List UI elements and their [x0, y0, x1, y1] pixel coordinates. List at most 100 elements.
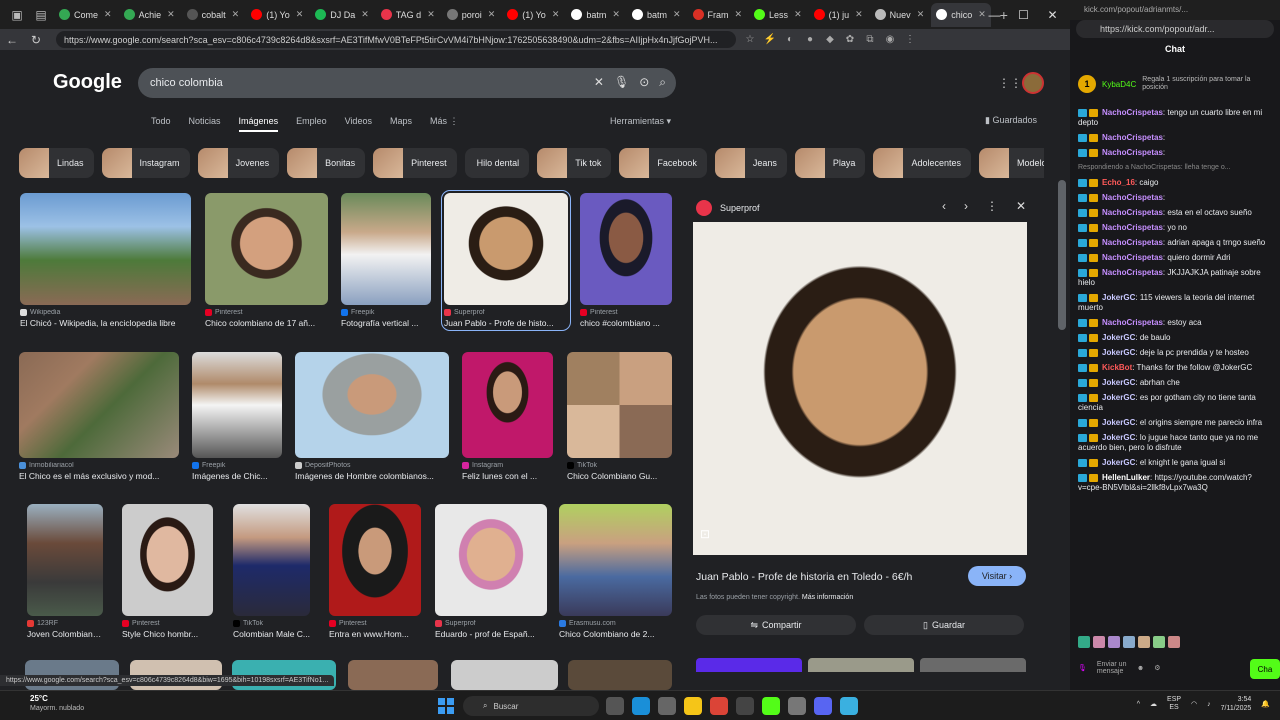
close-tab-icon[interactable]: ✕ [296, 9, 304, 20]
image-result[interactable]: Pinterest Entra en www.Hom... [329, 504, 421, 639]
browser-tab[interactable]: poroi ✕ [442, 3, 501, 27]
close-tab-icon[interactable]: ✕ [794, 9, 802, 20]
emote-icon[interactable] [1153, 636, 1165, 648]
tray-chevron-icon[interactable]: ^ [1137, 701, 1140, 708]
chat-username[interactable]: KickBot [1102, 363, 1132, 372]
next-icon[interactable]: › [964, 199, 968, 213]
image-result[interactable]: TikTok Colombian Male C... [233, 504, 310, 639]
pinned-gift[interactable]: 1 KybaD4C Regala 1 suscripción para toma… [1078, 68, 1274, 100]
image-result[interactable] [568, 660, 672, 690]
filter-chip[interactable]: Instagram [101, 148, 190, 178]
image-result[interactable] [348, 660, 438, 690]
google-logo[interactable]: Google [53, 71, 122, 94]
browser-tab[interactable]: DJ Da ✕ [310, 3, 374, 27]
tab-empleo[interactable]: Empleo [296, 116, 327, 132]
filter-chip[interactable]: Jeans [714, 148, 787, 178]
close-tab-icon[interactable]: ✕ [855, 9, 863, 20]
close-tab-icon[interactable]: ✕ [552, 9, 560, 20]
visit-button[interactable]: Visitar › [968, 566, 1026, 586]
chat-username[interactable]: NachoCrispetas [1102, 148, 1163, 157]
profile-icon[interactable]: ◉ [880, 33, 900, 47]
filter-chip[interactable]: Pinterest [373, 148, 457, 178]
emote-icon[interactable] [1093, 636, 1105, 648]
kick-url-bar[interactable]: https://kick.com/popout/adr... [1076, 20, 1274, 38]
url-bar[interactable]: https://www.google.com/search?sca_esv=c8… [56, 31, 736, 48]
browser-tab[interactable]: Nuev ✕ [870, 3, 930, 27]
emote-icon[interactable] [1078, 636, 1090, 648]
close-tab-icon[interactable]: ✕ [488, 9, 496, 20]
cloud-icon[interactable]: ☁ [1150, 700, 1157, 708]
discord-icon[interactable] [814, 697, 832, 715]
weather-widget[interactable]: 25°C Mayorm. nublado [30, 694, 84, 714]
wifi-icon[interactable]: ◠ [1191, 700, 1197, 708]
app-icon[interactable] [788, 697, 806, 715]
chat-username[interactable]: JokerGC [1102, 348, 1135, 357]
tab-overview-icon[interactable]: ▤ [30, 4, 52, 26]
menu-icon[interactable]: ⋮ [900, 33, 920, 47]
xbox-icon[interactable] [736, 697, 754, 715]
related-image[interactable] [920, 658, 1026, 672]
related-image[interactable] [808, 658, 914, 672]
lens-icon[interactable]: ⊙ [639, 75, 649, 90]
image-result[interactable]: Inmobiliariacol El Chico es el más exclu… [19, 352, 179, 481]
related-image[interactable] [696, 658, 802, 672]
chat-username[interactable]: JokerGC [1102, 418, 1135, 427]
close-tab-icon[interactable]: ✕ [612, 9, 620, 20]
puzzle-icon[interactable]: ⧉ [860, 33, 880, 47]
extension-icon[interactable]: ● [800, 33, 820, 47]
minimize-button[interactable]: — [980, 8, 1009, 22]
back-icon[interactable]: ← [0, 33, 24, 47]
filter-chip[interactable]: Hilo dental [464, 148, 530, 178]
chat-send-button[interactable]: Cha [1250, 659, 1280, 679]
chat-username[interactable]: NachoCrispetas [1102, 108, 1163, 117]
chat-username[interactable]: JokerGC [1102, 333, 1135, 342]
clock[interactable]: 3:54 7/11/2025 [1221, 695, 1252, 713]
tab-videos[interactable]: Videos [345, 116, 372, 132]
tab-mas[interactable]: Más ⋮ [430, 116, 459, 132]
bookmark-star-icon[interactable]: ☆ [740, 33, 760, 47]
chat-username[interactable]: NachoCrispetas [1102, 193, 1163, 202]
browser-tab[interactable]: batm ✕ [627, 3, 686, 27]
reload-icon[interactable]: ↻ [24, 33, 48, 47]
filter-chip[interactable]: Playa [794, 148, 866, 178]
emote-icon[interactable] [1108, 636, 1120, 648]
close-tab-icon[interactable]: ✕ [917, 9, 925, 20]
filter-chip[interactable]: Modelos [978, 148, 1044, 178]
windows-start-icon[interactable] [438, 698, 454, 714]
tools-button[interactable]: Herramientas ▾ [610, 116, 671, 127]
clear-icon[interactable]: ✕ [594, 75, 604, 90]
extension-icon[interactable]: ⚡ [760, 33, 780, 47]
chat-username[interactable]: NachoCrispetas [1102, 133, 1163, 142]
chrome-icon[interactable] [710, 697, 728, 715]
extension-icon[interactable]: ✿ [840, 33, 860, 47]
image-result[interactable]: Freepik Imágenes de Chic... [192, 352, 282, 481]
chat-input[interactable]: 🎙 Enviar un mensaje ☻ ⚙ [1078, 654, 1274, 682]
search-input[interactable]: chico colombia ✕ 🎙 ⊙ ⌕ [138, 68, 676, 98]
filter-chip[interactable]: Adolecentes [873, 148, 971, 178]
chat-username[interactable]: JokerGC [1102, 378, 1135, 387]
close-tab-icon[interactable]: ✕ [361, 9, 369, 20]
browser-tab[interactable]: Come ✕ [54, 3, 117, 27]
chat-username[interactable]: NachoCrispetas [1102, 253, 1163, 262]
preview-image[interactable] [693, 222, 1027, 555]
image-result[interactable]: Instagram Feliz lunes con el ... [462, 352, 553, 481]
store-icon[interactable] [658, 697, 676, 715]
image-result[interactable]: Pinterest Chico colombiano de 17 añ... [205, 193, 328, 328]
search-icon[interactable]: ⌕ [659, 75, 666, 90]
image-result[interactable]: 123RF Joven Colombiano... [27, 504, 103, 639]
emote-icon[interactable] [1123, 636, 1135, 648]
page-scrollbar[interactable] [1058, 180, 1066, 330]
filter-chip[interactable]: Facebook [619, 148, 707, 178]
browser-tab[interactable]: Achie ✕ [119, 3, 180, 27]
chat-username[interactable]: NachoCrispetas [1102, 208, 1163, 217]
explorer-icon[interactable] [684, 697, 702, 715]
chat-username[interactable]: HellenLulker [1102, 473, 1150, 482]
image-result[interactable]: Pinterest chico #colombiano ... [580, 193, 672, 328]
tab-todo[interactable]: Todo [151, 116, 171, 132]
chat-username[interactable]: NachoCrispetas [1102, 223, 1163, 232]
browser-tab[interactable]: (1) Yo ✕ [246, 3, 308, 27]
emote-icon[interactable] [1138, 636, 1150, 648]
image-result[interactable]: Wikipedia El Chicó - Wikipedia, la encic… [20, 193, 191, 328]
mic-icon[interactable]: 🎙 [1078, 664, 1087, 672]
kick-icon[interactable] [762, 697, 780, 715]
